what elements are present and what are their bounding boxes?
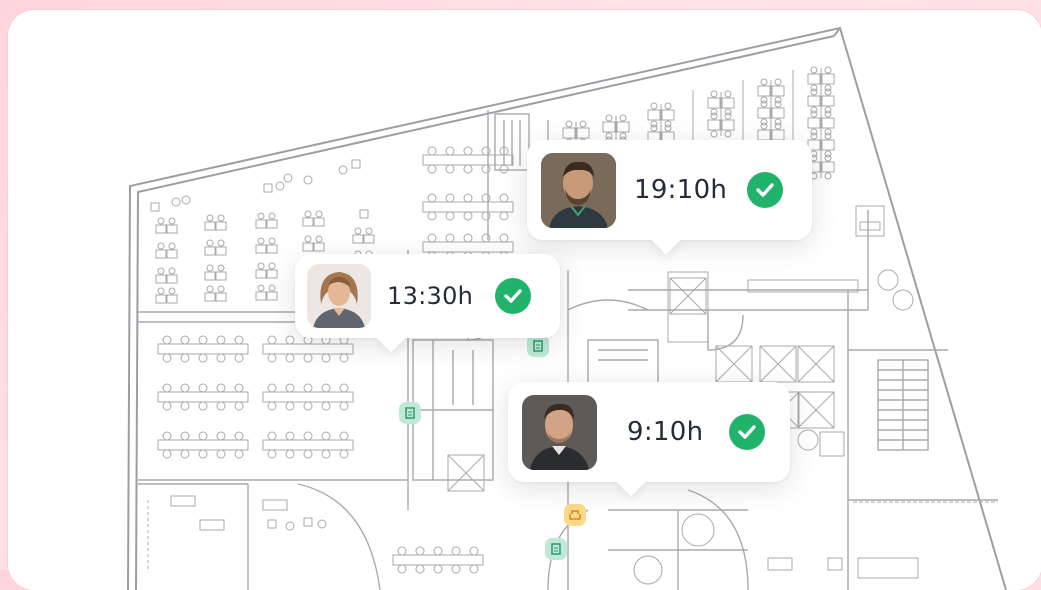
- check-circle-icon: [729, 414, 766, 450]
- check-circle-icon: [495, 278, 532, 314]
- booking-time: 9:10h: [627, 417, 704, 447]
- booking-time: 19:10h: [634, 175, 728, 205]
- lounge-marker[interactable]: [564, 504, 586, 526]
- booking-time: 13:30h: [387, 282, 474, 310]
- man-beard-avatar: [541, 152, 616, 228]
- booking-card[interactable]: 13:30h: [295, 254, 560, 353]
- meeting-room-marker[interactable]: [527, 335, 549, 357]
- meeting-room-marker[interactable]: [545, 538, 567, 560]
- booking-card[interactable]: 19:10h: [527, 140, 812, 255]
- woman-avatar: [307, 264, 371, 328]
- door-icon: [405, 407, 415, 419]
- floor-plan-card: 19:10h 13:30h 9:10h: [8, 10, 1041, 590]
- check-circle-icon: [747, 172, 784, 208]
- door-icon: [533, 340, 543, 352]
- door-icon: [551, 543, 561, 555]
- sofa-icon: [569, 510, 581, 520]
- booking-card[interactable]: 9:10h: [508, 382, 790, 497]
- man-avatar: [522, 394, 597, 470]
- meeting-room-marker[interactable]: [399, 402, 421, 424]
